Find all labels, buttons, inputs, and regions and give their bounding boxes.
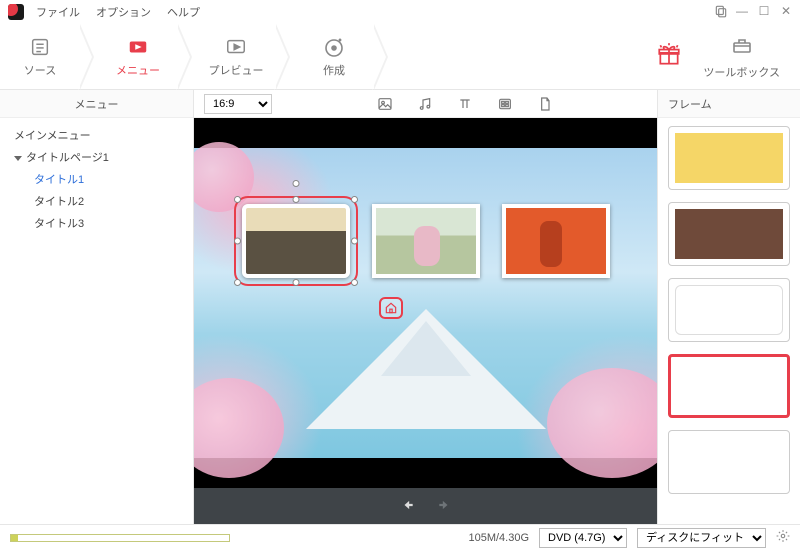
- tree-title-2[interactable]: タイトル2: [4, 190, 189, 212]
- settings-icon[interactable]: [776, 529, 790, 546]
- template-icon[interactable]: [536, 95, 554, 113]
- toolbox-button[interactable]: ツールボックス: [703, 33, 780, 80]
- preview-stage[interactable]: [194, 118, 657, 488]
- register-icon[interactable]: [714, 4, 726, 21]
- menu-icon: [125, 36, 151, 58]
- frame-style-3[interactable]: [668, 278, 790, 342]
- aspect-ratio-select[interactable]: 16:9: [204, 94, 272, 114]
- frame-style-2[interactable]: [668, 202, 790, 266]
- preview-icon: [223, 36, 249, 58]
- step-source[interactable]: ソース: [0, 24, 80, 89]
- frame-style-1[interactable]: [668, 126, 790, 190]
- fit-select[interactable]: ディスクにフィット: [637, 528, 766, 548]
- tree-title-page[interactable]: タイトルページ1: [4, 146, 189, 168]
- selection-handles: [236, 198, 356, 284]
- step-menu[interactable]: メニュー: [98, 24, 178, 89]
- close-icon[interactable]: ✕: [780, 4, 792, 21]
- tree-title-1[interactable]: タイトル1: [4, 168, 189, 190]
- gift-icon: [655, 42, 683, 71]
- thumbnail-3[interactable]: [502, 204, 610, 278]
- app-logo: [8, 4, 24, 20]
- step-create[interactable]: 作成: [294, 24, 374, 89]
- prev-page-icon[interactable]: [399, 498, 417, 515]
- step-separator: [80, 24, 98, 89]
- source-icon: [27, 36, 53, 58]
- frame-style-5[interactable]: [668, 430, 790, 494]
- toolbox-label: ツールボックス: [703, 64, 780, 80]
- step-separator: [178, 24, 196, 89]
- step-menu-label: メニュー: [116, 62, 160, 78]
- text-icon[interactable]: [456, 95, 474, 113]
- step-preview-label: プレビュー: [209, 62, 264, 78]
- left-panel-title: メニュー: [0, 90, 193, 118]
- tree-main-menu[interactable]: メインメニュー: [4, 124, 189, 146]
- home-icon: [384, 301, 398, 315]
- thumbnail-2[interactable]: [372, 204, 480, 278]
- step-source-label: ソース: [24, 62, 56, 78]
- image-icon[interactable]: [376, 95, 394, 113]
- toolbox-icon: [729, 33, 755, 60]
- next-page-icon[interactable]: [435, 498, 453, 515]
- step-create-label: 作成: [323, 62, 345, 78]
- minimize-icon[interactable]: —: [736, 4, 748, 21]
- disc-usage-text: 105M/4.30G: [468, 532, 529, 544]
- chapter-icon[interactable]: [496, 95, 514, 113]
- step-separator: [276, 24, 294, 89]
- gift-button[interactable]: [655, 42, 683, 71]
- right-panel-title: フレーム: [658, 90, 800, 118]
- disc-type-select[interactable]: DVD (4.7G): [539, 528, 627, 548]
- menu-help[interactable]: ヘルプ: [167, 4, 200, 20]
- menu-file[interactable]: ファイル: [36, 4, 80, 20]
- create-icon: [321, 36, 347, 58]
- maximize-icon[interactable]: ☐: [758, 4, 770, 21]
- thumbnail-1[interactable]: [242, 204, 350, 278]
- tree-title-3[interactable]: タイトル3: [4, 212, 189, 234]
- step-separator: [374, 24, 392, 89]
- disc-usage-bar: [10, 534, 230, 542]
- menu-background: [194, 148, 657, 458]
- menu-option[interactable]: オプション: [96, 4, 151, 20]
- music-icon[interactable]: [416, 95, 434, 113]
- frame-style-4[interactable]: [668, 354, 790, 418]
- step-preview[interactable]: プレビュー: [196, 24, 276, 89]
- chevron-down-icon[interactable]: [14, 156, 22, 161]
- tree-title-page-label: タイトルページ1: [26, 152, 109, 164]
- home-button[interactable]: [379, 297, 403, 319]
